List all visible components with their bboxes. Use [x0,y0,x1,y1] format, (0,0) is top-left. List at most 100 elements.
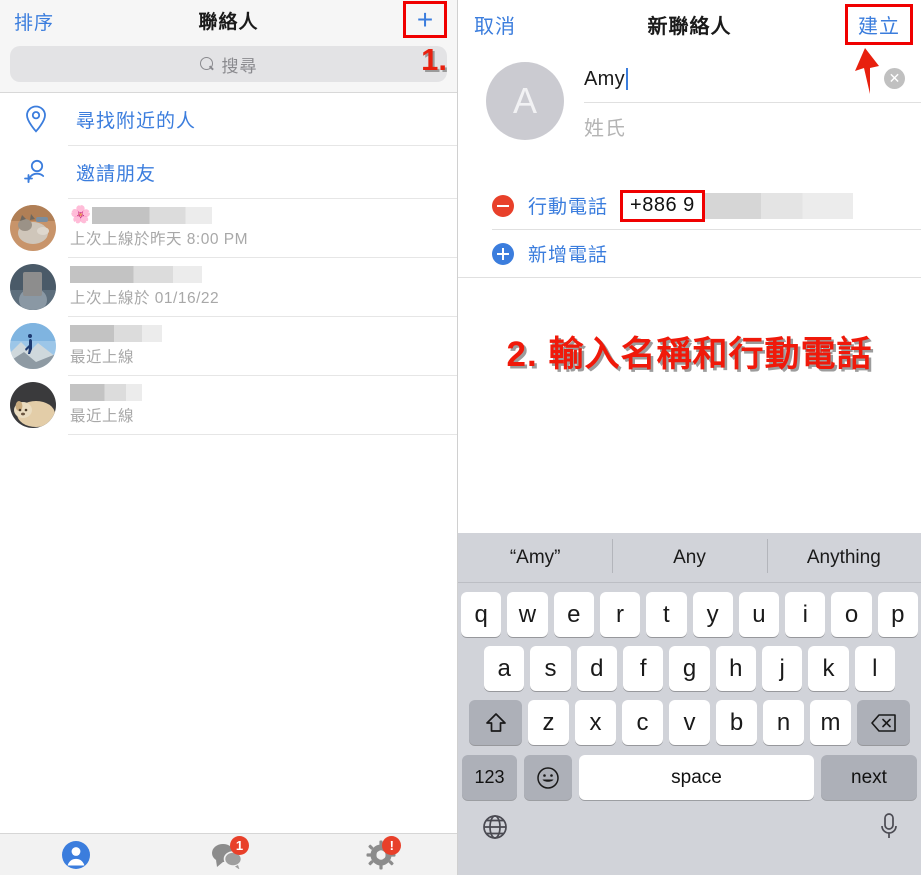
sort-button[interactable]: 排序 [14,8,54,35]
keyboard-suggestion-bar: “Amy” Any Anything [458,533,921,583]
annotation-step-1: 1. [421,42,447,77]
avatar [10,264,56,310]
phone-number-redacted [704,192,853,219]
contact-avatar-placeholder[interactable]: A [486,62,564,140]
action-invite-friends[interactable]: 邀請朋友 [0,146,457,198]
key-v[interactable]: v [669,700,710,745]
key-l[interactable]: l [854,646,895,691]
contact-list-item[interactable]: 🌸 上次上線於昨天 8:00 PM [0,199,457,257]
cancel-button[interactable]: 取消 [474,10,516,39]
add-phone-label: 新增電話 [528,245,609,266]
first-name-value: Amy [584,67,625,90]
key-o[interactable]: o [831,592,872,637]
contact-body: 最近上線 [70,382,457,428]
key-g[interactable]: g [669,646,710,691]
new-contact-panel: 取消 新聯絡人 建立 A Amy ✕ 姓氏 行動電話 +886 9 新增電話 2… [458,0,921,875]
key-p[interactable]: p [877,592,918,637]
keyboard-row-5 [458,800,921,847]
key-a[interactable]: a [484,646,525,691]
suggestion-2[interactable]: Anything [766,538,921,573]
key-c[interactable]: c [622,700,663,745]
tab-chats[interactable]: 1 [152,834,304,875]
globe-icon [483,815,507,839]
contact-body: 🌸 上次上線於昨天 8:00 PM [70,205,457,251]
create-label: 建立 [858,16,900,38]
contact-list-item[interactable]: 最近上線 [0,376,457,434]
annotation-arrow-icon [849,48,883,94]
list-divider [68,434,457,435]
shift-key[interactable] [469,700,522,745]
chats-badge: 1 [229,836,249,855]
phone-number-value: +886 9 [630,193,695,216]
key-s[interactable]: s [530,646,571,691]
key-e[interactable]: e [553,592,594,637]
avatar [10,205,56,251]
key-m[interactable]: m [810,700,851,745]
clear-circle-icon[interactable]: ✕ [884,68,905,89]
suggestion-1[interactable]: Any [612,538,766,573]
phone-number-input[interactable]: +886 9 [620,189,705,222]
plus-circle-icon[interactable] [492,242,514,265]
contact-list-item[interactable]: 最近上線 [0,317,457,375]
backspace-key[interactable] [857,700,910,745]
microphone-key[interactable] [879,812,899,847]
screenshot-root: 排序 聯絡人 + 1. 搜尋 尋找附近的人 邀請朋友 🌸 上次上線於昨天 8:0… [0,0,921,875]
tab-contacts[interactable] [0,834,152,875]
text-cursor [625,68,628,90]
key-u[interactable]: u [738,592,780,637]
person-filled-icon [62,840,91,869]
key-w[interactable]: w [507,592,548,637]
avatar [10,382,56,428]
annotation-step-2: 2. 輸入名稱和行動電話 [506,335,873,374]
last-name-field[interactable]: 姓氏 [584,103,921,150]
key-f[interactable]: f [623,646,664,691]
key-h[interactable]: h [715,646,756,691]
globe-key[interactable] [480,812,510,847]
key-n[interactable]: n [763,700,804,745]
contacts-header: 排序 聯絡人 + [0,0,457,40]
key-y[interactable]: y [692,592,733,637]
contact-status: 上次上線於 01/16/22 [70,290,220,307]
contacts-panel: 排序 聯絡人 + 1. 搜尋 尋找附近的人 邀請朋友 🌸 上次上線於昨天 8:0… [0,0,458,875]
numeric-key[interactable]: 123 [462,755,517,800]
key-d[interactable]: d [576,646,617,691]
suggestion-0[interactable]: “Amy” [458,547,612,569]
add-contact-button[interactable]: + [403,1,447,38]
next-key[interactable]: next [821,755,917,800]
key-r[interactable]: r [599,592,641,637]
action-find-nearby[interactable]: 尋找附近的人 [0,93,457,145]
tab-settings[interactable]: ! [305,834,457,875]
search-input[interactable]: 搜尋 [10,46,447,82]
microphone-icon [881,813,897,838]
key-x[interactable]: x [575,700,616,745]
key-j[interactable]: j [761,646,803,691]
search-placeholder: 搜尋 [221,56,258,76]
keyboard-row-1: q w e r t y u i o p [458,592,921,637]
key-k[interactable]: k [808,646,849,691]
add-person-icon [22,157,50,187]
emoji-smiley-icon[interactable] [524,755,572,800]
add-phone-row[interactable]: 新增電話 [458,230,921,277]
phone-section: 行動電話 +886 9 新增電話 [458,182,921,278]
create-button[interactable]: 建立 [845,4,913,45]
key-i[interactable]: i [785,592,826,637]
contact-list-item[interactable]: 上次上線於 01/16/22 [0,258,457,316]
settings-badge: ! [382,836,402,855]
key-q[interactable]: q [461,592,502,637]
minus-circle-icon[interactable] [492,194,514,217]
search-icon [199,56,215,72]
page-title: 聯絡人 [198,11,259,33]
key-z[interactable]: z [528,700,569,745]
key-t[interactable]: t [646,592,687,637]
keyboard-row-2: a s d f g h j k l [458,646,921,691]
plus-icon: + [416,3,434,35]
phone-row[interactable]: 行動電話 +886 9 [458,182,921,229]
onscreen-keyboard: “Amy” Any Anything q w e r t y u i o p a… [458,533,921,875]
avatar [10,323,56,369]
name-emoji: 🌸 [70,205,92,224]
bottom-tabbar: 1 ! [0,833,457,875]
key-b[interactable]: b [716,700,757,745]
space-key[interactable]: space [579,755,814,800]
contact-body: 最近上線 [70,323,457,369]
contact-name-redacted [70,325,162,342]
